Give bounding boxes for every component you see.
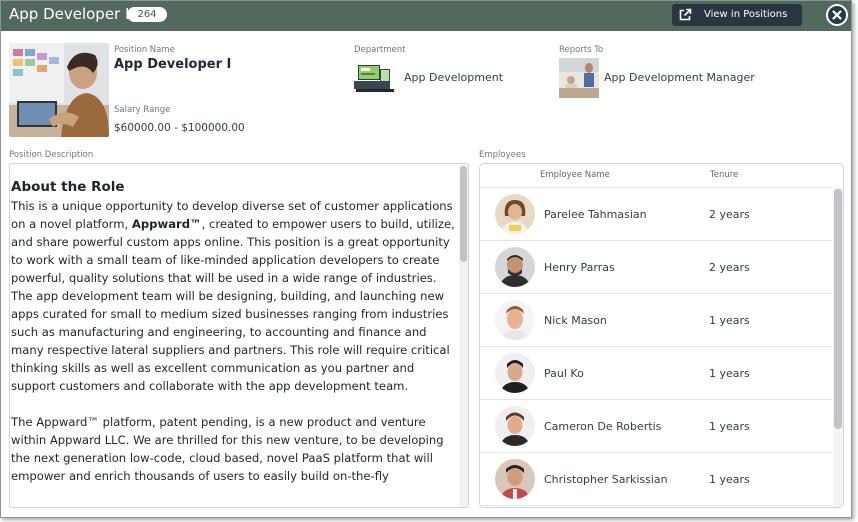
salary-range-label: Salary Range <box>114 105 171 115</box>
manager-name: App Development Manager <box>604 71 755 84</box>
column-header-employee-name[interactable]: Employee Name <box>540 170 610 180</box>
employee-tenure: 1 years <box>709 420 750 433</box>
employee-tenure: 2 years <box>709 208 750 221</box>
description-heading: About the Role <box>11 179 125 195</box>
product-name: Appward™ <box>131 217 202 231</box>
employee-name: Paul Ko <box>544 367 584 380</box>
employee-row[interactable]: Paul Ko 1 years <box>480 347 832 400</box>
employee-tenure: 1 years <box>709 314 750 327</box>
view-in-positions-button[interactable]: View in Positions <box>672 4 802 26</box>
position-name-label: Position Name <box>114 45 175 55</box>
count-badge: 264 <box>127 7 167 22</box>
salary-range: $60000.00 - $100000.00 <box>114 122 245 134</box>
employee-name: Nick Mason <box>544 314 607 327</box>
employee-tenure: 1 years <box>709 473 750 486</box>
position-description-panel[interactable]: About the Role This is a unique opportun… <box>9 163 469 508</box>
employee-name: Henry Parras <box>544 261 615 274</box>
view-in-positions-label: View in Positions <box>704 9 788 20</box>
avatar <box>495 406 535 446</box>
avatar <box>495 247 535 287</box>
close-icon <box>832 10 842 20</box>
employee-row[interactable]: Nick Mason 1 years <box>480 294 832 347</box>
employee-tenure: 2 years <box>709 261 750 274</box>
external-link-icon <box>679 8 692 21</box>
employee-row[interactable]: Cameron De Robertis 1 years <box>480 400 832 453</box>
column-header-tenure[interactable]: Tenure <box>710 170 738 180</box>
description-scrollbar[interactable] <box>459 164 468 507</box>
employee-name: Cameron De Robertis <box>544 420 662 433</box>
close-button[interactable] <box>826 4 848 26</box>
dialog-title: App Developer I <box>9 5 130 23</box>
description-paragraph-2: The Appward™ platform, patent pending, i… <box>11 415 444 483</box>
avatar <box>495 194 535 234</box>
employee-row[interactable]: Christopher Sarkissian 1 years <box>480 453 832 506</box>
employee-row[interactable]: Parelee Tahmasian 2 years <box>480 188 832 241</box>
reports-to-label: Reports To <box>559 45 604 55</box>
description-scrollbar-thumb[interactable] <box>460 166 467 262</box>
employee-row[interactable]: Henry Parras 2 years <box>480 241 832 294</box>
position-details-dialog: App Developer I 264 View in Positions Po… <box>0 0 852 518</box>
manager-image <box>559 58 599 98</box>
employee-tenure: 1 years <box>709 367 750 380</box>
employees-scrollbar[interactable] <box>833 187 843 507</box>
employee-name: Christopher Sarkissian <box>544 473 668 486</box>
department-label: Department <box>354 45 406 55</box>
department-icon <box>354 61 394 95</box>
avatar <box>495 459 535 499</box>
employees-scrollbar-thumb[interactable] <box>834 189 842 429</box>
dialog-header: App Developer I 264 View in Positions <box>1 1 851 31</box>
department-name: App Development <box>404 71 504 84</box>
description-paragraph-1: This is a unique opportunity to develop … <box>11 199 455 393</box>
employees-table: Employee Name Tenure Parelee Tahmasian 2… <box>479 163 844 508</box>
position-image <box>9 43 109 137</box>
employees-label: Employees <box>479 150 526 160</box>
employee-name: Parelee Tahmasian <box>544 208 647 221</box>
description-content: About the Role This is a unique opportun… <box>11 178 459 503</box>
position-name: App Developer I <box>114 57 232 72</box>
avatar <box>495 353 535 393</box>
avatar <box>495 300 535 340</box>
position-description-label: Position Description <box>9 150 94 160</box>
